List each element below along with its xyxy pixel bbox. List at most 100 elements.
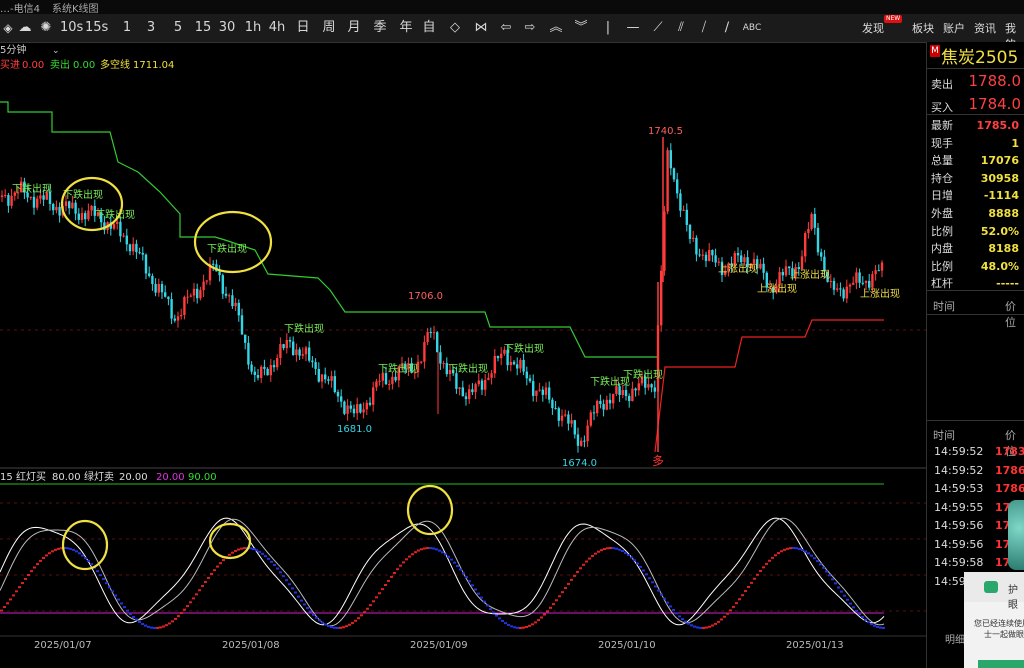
candle-body [167,296,170,300]
candle-body [676,179,679,194]
osc-step [714,622,717,625]
osc-step [501,619,504,622]
osc-step [342,626,345,629]
candle-body [362,409,365,413]
osc-step [360,614,363,617]
period-2-button[interactable]: 1 [116,19,138,37]
candle-body [541,389,544,395]
account-button[interactable]: 账户 [943,20,965,36]
osc-step [267,557,270,560]
candle-body [634,388,637,391]
osc-step [474,588,477,591]
osc-step [417,549,420,552]
quote-field-label: 比例 [931,259,953,273]
period-4-button[interactable]: 5 [167,19,189,37]
tick-time: 14:59:55 [934,500,984,514]
period-9-button[interactable]: 日 [292,19,314,37]
chart-area[interactable]: 下跌出现 下跌出现 下跌出现 下跌出现 下跌出现 下跌出现 下跌出现 下跌出现 下跌出现 下跌出现… [0,42,926,668]
period-chevron-icon[interactable]: ⌄ [52,46,60,56]
osc-step [138,621,141,624]
candle-body [330,376,333,381]
candle-body [4,195,7,197]
candle-body [580,440,583,446]
osc-step [90,563,93,566]
period-5-button[interactable]: 15 [192,19,214,37]
period-11-button[interactable]: 月 [343,19,365,37]
bowtie-tool-icon[interactable]: ⋈ [472,19,490,37]
long-short-line-value: 1711.04 [133,60,174,71]
period-selector[interactable]: 5分钟 [0,43,26,56]
osc-step [240,547,243,550]
quote-field-row: 比例 48.0% [929,258,1023,275]
candle-body [535,390,538,396]
candle-body [650,384,653,388]
osc-step [372,600,375,603]
cloud-sync-icon[interactable]: ☁ [16,19,34,37]
period-7-button[interactable]: 1h [242,19,264,37]
tick-price: 1786.0 [995,482,1024,495]
period-6-button[interactable]: 30 [216,19,238,37]
osc-step [543,613,546,616]
period-13-button[interactable]: 年 [395,19,417,37]
candle-body [128,244,132,252]
period-1-button[interactable]: 15s [85,19,108,37]
candle-body [269,365,272,376]
news-button[interactable]: 资讯 [974,20,996,36]
quote-field-row: 内盘 8188 [929,240,1023,257]
osc-step [432,547,435,550]
ray-line-icon[interactable]: ⟋ [649,19,667,37]
arrow-right-icon[interactable]: ⇨ [521,19,539,37]
double-up-icon[interactable]: ︽ [547,19,565,37]
candle-body [132,243,135,252]
candle-body [647,384,650,388]
osc-step [684,620,687,623]
window-tab[interactable]: 系统K线图 [52,0,99,15]
eye-care-popup[interactable]: 护眼 您已经连续使用 士一起做眼保健 [964,572,1024,668]
osc-step [840,590,843,593]
segment-line-icon[interactable]: ⧸ [695,19,713,37]
candle-body [71,202,74,209]
sector-button[interactable]: 板块 [912,20,934,36]
candle-body [295,349,298,356]
kline-chart-svg[interactable]: 下跌出现下跌出现下跌出现下跌出现下跌出现下跌出现 下跌出现下跌出现下跌出现下跌出现… [0,42,926,668]
period-3-button[interactable]: 3 [140,19,162,37]
detail-tab[interactable]: 明细 [945,631,965,646]
osc-step [789,547,792,550]
abc-text-tool[interactable]: ABC [741,19,763,37]
tick-row[interactable]: 14:59:52 1783.0 [927,443,1024,461]
period-10-button[interactable]: 周 [318,19,340,37]
candle-body [820,252,823,257]
diamond-tool-icon[interactable]: ◇ [446,19,464,37]
arrow-left-icon[interactable]: ⇦ [497,19,515,37]
red-light-value: 80.00 [52,472,81,483]
osc-step [87,559,90,562]
period-8-button[interactable]: 4h [266,19,288,37]
broadcast-icon[interactable]: ✺ [38,19,54,37]
period-14-button[interactable]: 自 [418,19,440,37]
period-0-button[interactable]: 10s [60,19,83,37]
double-down-icon[interactable]: ︾ [572,19,590,37]
osc-step [285,579,288,582]
tick-row[interactable]: 14:59:53 1786.0 [927,480,1024,498]
osc-step [654,585,657,588]
period-12-button[interactable]: 季 [369,19,391,37]
pen-line-icon[interactable]: ∕ [718,19,736,37]
parallel-line-icon[interactable]: ⫽ [672,19,690,37]
discover-button[interactable]: 发现 [862,20,884,36]
mascot-avatar[interactable] [1008,500,1024,570]
candle-body [388,384,391,386]
osc-step [879,626,882,629]
layers-icon[interactable]: ◈ [2,19,14,37]
osc-step [774,554,777,557]
popup-button[interactable] [978,660,1024,668]
horizontal-line-icon[interactable]: — [624,19,642,37]
tick-row[interactable]: 14:59:52 1786.0 [927,462,1024,480]
candle-body [359,404,362,413]
osc-step [369,604,372,607]
candle-body [442,363,445,365]
vertical-line-icon[interactable]: | [599,19,617,37]
candle-body [685,209,688,225]
osc-step [15,590,18,593]
osc-step [378,592,381,595]
candle-body [436,332,439,353]
